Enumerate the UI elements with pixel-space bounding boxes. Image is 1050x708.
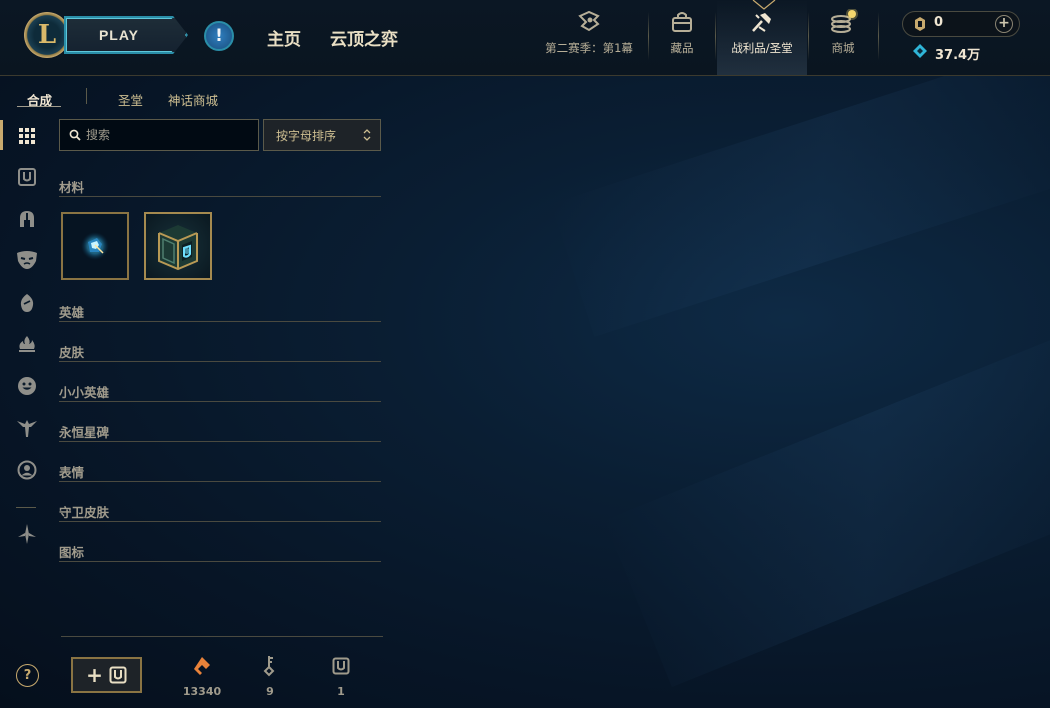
buy-rp-plus-icon[interactable]: + [995, 15, 1013, 33]
sort-selected-label: 按字母排序 [276, 129, 337, 143]
category-materials[interactable]: 材料 [59, 177, 84, 196]
misc-loot-icon[interactable] [16, 523, 38, 545]
category-skins[interactable]: 皮肤 [59, 342, 84, 361]
category-divider [59, 561, 381, 562]
loot-item-hextech-chest[interactable] [144, 212, 212, 280]
chest-icon [330, 655, 352, 677]
search-icon [69, 129, 81, 141]
tab-separator [86, 88, 87, 104]
category-divider [59, 196, 381, 197]
blue-essence-icon [913, 44, 927, 58]
active-tab-underline [17, 106, 61, 107]
category-divider [59, 521, 381, 522]
play-button-label: PLAY [98, 27, 140, 43]
sort-chevron-icon [363, 129, 371, 141]
all-items-grid-icon[interactable] [16, 125, 38, 147]
category-ward-skins[interactable]: 守卫皮肤 [59, 502, 109, 521]
nav-loot[interactable]: 战利品/圣堂 [719, 8, 805, 64]
key-count: 9 [266, 685, 274, 698]
notification-alert-icon[interactable]: ! [204, 21, 234, 51]
nav-store[interactable]: 商城 [800, 8, 886, 64]
riot-points-icon [915, 17, 925, 31]
eternals-flame-icon[interactable] [16, 333, 38, 355]
category-icons[interactable]: 图标 [59, 542, 84, 561]
riot-points-amount: 0 [934, 15, 944, 30]
nav-season-pass[interactable]: 第二赛季：第1幕 [545, 8, 633, 64]
key-icon [260, 655, 282, 677]
add-chest-button[interactable]: + [71, 657, 142, 693]
chest-count: 1 [337, 685, 345, 698]
nav-home[interactable]: 主页 [267, 25, 301, 50]
sort-dropdown[interactable]: 按字母排序 [263, 119, 381, 151]
chest-icon [109, 666, 127, 684]
category-emotes[interactable]: 表情 [59, 462, 84, 481]
little-legend-icon[interactable] [16, 292, 38, 314]
search-field[interactable] [59, 119, 259, 151]
orange-essence-count: 13340 [182, 685, 222, 698]
search-input[interactable] [86, 126, 251, 144]
emote-face-icon[interactable] [16, 375, 38, 397]
season-pass-icon [576, 8, 602, 36]
category-champions[interactable]: 英雄 [59, 302, 84, 321]
skin-mask-icon[interactable] [16, 249, 38, 271]
rail-active-indicator [0, 120, 3, 150]
store-coins-icon [828, 8, 858, 36]
league-logo-icon: L [24, 12, 70, 58]
add-chest-plus-label: + [86, 663, 103, 687]
key-fragment-icon [81, 232, 109, 260]
orange-essence-icon [191, 655, 213, 677]
bottom-divider [61, 636, 383, 637]
play-button[interactable]: PLAY [64, 16, 188, 54]
top-navigation-bar: L PLAY ! 主页 云顶之弈 第二赛季：第1幕 藏品 战利品/圣堂 商城 0… [0, 0, 1050, 76]
category-divider [59, 321, 381, 322]
category-divider [59, 481, 381, 482]
loot-crafting-icon [749, 8, 775, 36]
blue-essence-amount: 37.4万 [935, 48, 981, 63]
category-divider [59, 361, 381, 362]
loot-item-key-fragment[interactable] [61, 212, 129, 280]
ward-skin-icon[interactable] [16, 417, 38, 439]
rail-divider [16, 507, 36, 508]
nav-collection[interactable]: 藏品 [639, 8, 725, 64]
category-eternals[interactable]: 永恒星碑 [59, 422, 109, 441]
help-question-icon[interactable]: ? [16, 664, 39, 687]
collection-bag-icon [670, 8, 694, 36]
champion-helmet-icon[interactable] [16, 208, 38, 230]
tab-sanctum[interactable]: 圣堂 [118, 90, 143, 109]
nav-tft[interactable]: 云顶之弈 [330, 25, 398, 50]
hextech-chest-icon [158, 225, 198, 271]
tab-mythic-shop[interactable]: 神话商城 [168, 90, 218, 109]
profile-icon-icon[interactable] [16, 459, 38, 481]
chest-icon[interactable] [16, 166, 38, 188]
category-divider [59, 401, 381, 402]
category-divider [59, 441, 381, 442]
category-little-legends[interactable]: 小小英雄 [59, 382, 109, 401]
